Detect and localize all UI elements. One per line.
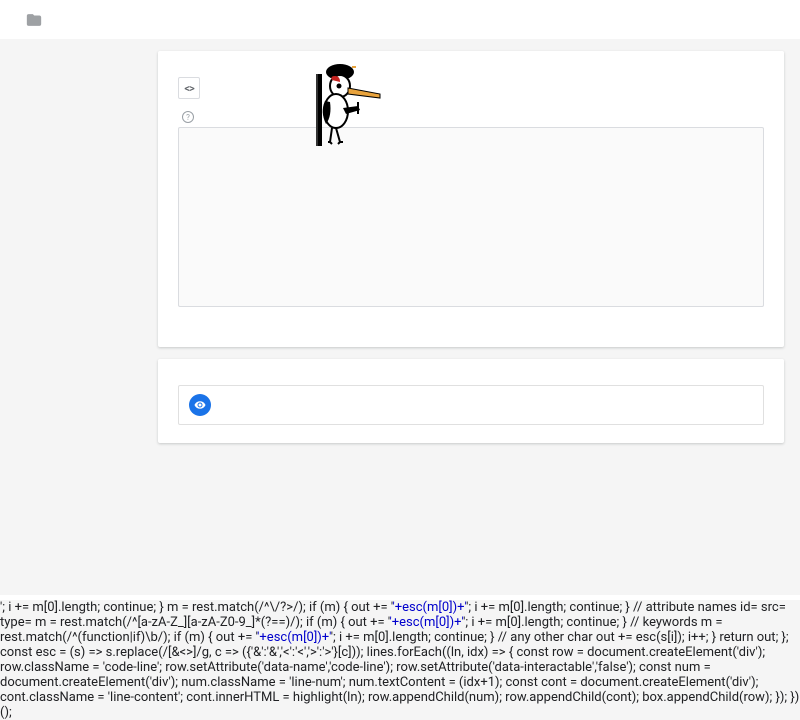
tag-type-row: <>	[178, 77, 764, 99]
page-root: <> ?	[0, 0, 800, 600]
logo-overlay	[310, 54, 396, 154]
tag-configuration-card[interactable]: <> ?	[158, 51, 784, 347]
folder-icon[interactable]	[26, 12, 42, 32]
custom-html-icon: <>	[178, 77, 200, 99]
trigger-row[interactable]	[178, 385, 764, 425]
content-area: <> ?	[0, 39, 800, 595]
html-code-editor[interactable]	[178, 127, 764, 307]
tag-header	[0, 0, 800, 39]
woodpecker-icon	[310, 54, 390, 154]
triggering-card[interactable]	[158, 359, 784, 443]
help-icon[interactable]: ?	[182, 111, 194, 123]
pageview-icon	[189, 394, 211, 416]
